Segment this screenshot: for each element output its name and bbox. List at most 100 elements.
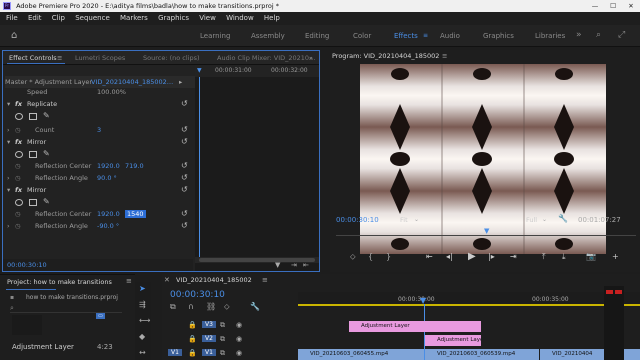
clip-video-v1[interactable]: VID_20210404 xyxy=(540,349,640,360)
reflection-center-x[interactable]: 1920.0 xyxy=(97,208,120,220)
ec-time-ruler[interactable]: ▼ 00:00:31:00 00:00:32:00 xyxy=(195,65,319,77)
rectangle-mask-icon[interactable] xyxy=(29,151,37,158)
clip-adjustment-layer-v2[interactable]: Adjustment Laye xyxy=(425,335,481,346)
workspace-learning[interactable]: Learning xyxy=(200,32,230,40)
play-icon[interactable]: ▶ xyxy=(468,251,476,262)
menu-clip[interactable]: Clip xyxy=(52,14,65,22)
menu-view[interactable]: View xyxy=(199,14,216,22)
workspace-menu-icon[interactable]: ≡ xyxy=(423,32,428,39)
panel-menu-icon[interactable]: ≡ xyxy=(442,52,447,60)
expand-arrow-icon[interactable]: › xyxy=(7,220,10,232)
razor-tool-icon[interactable]: ◆ xyxy=(139,332,145,341)
reset-icon[interactable]: ↺ xyxy=(181,99,190,108)
track-select-tool-icon[interactable]: ⇶ xyxy=(139,300,146,309)
project-title[interactable]: Project: how to make transitions xyxy=(7,278,112,286)
menu-sequence[interactable]: Sequence xyxy=(75,14,110,22)
sync-lock-icon[interactable]: ⧉ xyxy=(220,335,225,344)
workspace-color[interactable]: Color xyxy=(353,32,371,40)
reflection-angle-value[interactable]: 90.0 ° xyxy=(97,172,117,184)
eye-icon[interactable]: ◉ xyxy=(236,335,242,343)
minimize-button[interactable]: — xyxy=(586,0,604,12)
go-to-out-icon[interactable]: ⇥ xyxy=(510,252,517,261)
zoom-dropdown[interactable]: Fit xyxy=(400,216,408,224)
ellipse-mask-icon[interactable] xyxy=(15,151,23,158)
stopwatch-icon[interactable]: ◷ xyxy=(15,208,21,220)
clip-video-v1[interactable]: VID_20210603_060455.mp4 xyxy=(298,349,424,360)
sync-lock-icon[interactable]: ⧉ xyxy=(220,349,225,358)
filter-icon[interactable]: ▼ xyxy=(275,261,280,269)
search-icon[interactable]: ⌕ xyxy=(596,30,601,40)
quality-dropdown[interactable]: Full xyxy=(526,216,537,224)
pen-mask-icon[interactable]: ✎ xyxy=(43,149,50,158)
rectangle-mask-icon[interactable] xyxy=(29,113,37,120)
track-label-v1[interactable]: V1 xyxy=(202,349,216,356)
reset-icon[interactable]: ↺ xyxy=(181,209,190,218)
workspace-audio[interactable]: Audio xyxy=(440,32,460,40)
menu-markers[interactable]: Markers xyxy=(120,14,148,22)
speed-value[interactable]: 100.00% xyxy=(97,86,126,98)
marker-icon[interactable]: ⬦ xyxy=(350,252,356,262)
reset-icon[interactable]: ↺ xyxy=(181,137,190,146)
expand-arrow-icon[interactable]: ▾ xyxy=(7,136,10,148)
fullscreen-icon[interactable]: ⤢ xyxy=(618,30,625,40)
track-label-v3[interactable]: V3 xyxy=(202,321,216,328)
reset-icon[interactable]: ↺ xyxy=(181,185,190,194)
pen-mask-icon[interactable]: ✎ xyxy=(43,111,50,120)
clip-video-v1[interactable]: VID_20210603_060539.mp4 xyxy=(425,349,539,360)
lock-icon[interactable]: 🔒 xyxy=(188,349,197,357)
nest-icon[interactable]: ⧉ xyxy=(170,302,176,312)
mark-out-icon[interactable]: } xyxy=(386,252,391,261)
chevron-down-icon[interactable]: ⌄ xyxy=(542,216,547,223)
add-marker-icon[interactable]: ⬦ xyxy=(224,302,230,312)
ripple-edit-tool-icon[interactable]: ⟷ xyxy=(139,316,150,325)
reset-icon[interactable]: ↺ xyxy=(181,125,190,134)
fx-icon[interactable]: fx xyxy=(15,98,22,110)
ellipse-mask-icon[interactable] xyxy=(15,113,23,120)
menu-edit[interactable]: Edit xyxy=(28,14,42,22)
tab-audio-clip-mixer[interactable]: Audio Clip Mixer: VID_20210… xyxy=(217,54,316,62)
stopwatch-icon[interactable]: ◷ xyxy=(15,172,21,184)
expand-arrow-icon[interactable]: › xyxy=(7,172,10,184)
ec-timecode[interactable]: 00:00:30:10 xyxy=(7,261,47,269)
selection-tool-icon[interactable]: ➤ xyxy=(139,284,146,293)
lock-icon[interactable]: 🔒 xyxy=(188,321,197,329)
more-workspaces-icon[interactable]: » xyxy=(576,30,582,40)
panel-overflow-icon[interactable]: » xyxy=(309,54,313,62)
reflection-angle-value[interactable]: -90.0 ° xyxy=(97,220,119,232)
ec-scroll-thumb[interactable] xyxy=(199,258,315,262)
maximize-button[interactable]: ☐ xyxy=(604,0,622,12)
lock-icon[interactable]: 🔒 xyxy=(188,335,197,343)
project-item-thumbnail[interactable] xyxy=(12,315,42,335)
stopwatch-icon[interactable]: ◷ xyxy=(15,220,21,232)
rectangle-mask-icon[interactable] xyxy=(29,199,37,206)
search-input[interactable]: ⌕ xyxy=(10,304,122,313)
mark-in-icon[interactable]: { xyxy=(368,252,373,261)
panel-menu-icon[interactable]: ≡ xyxy=(262,276,268,284)
workspace-assembly[interactable]: Assembly xyxy=(251,32,285,40)
menu-file[interactable]: File xyxy=(6,14,18,22)
workspace-libraries[interactable]: Libraries xyxy=(535,32,565,40)
workspace-effects[interactable]: Effects xyxy=(394,32,418,40)
workspace-editing[interactable]: Editing xyxy=(305,32,329,40)
export-icon[interactable]: ⇥ xyxy=(291,261,297,269)
reflection-center-x[interactable]: 1920.0 xyxy=(97,160,120,172)
reset-icon[interactable]: ↺ xyxy=(181,173,190,182)
tab-source[interactable]: Source: (no clips) xyxy=(143,54,200,62)
step-back-icon[interactable]: ◂| xyxy=(446,252,453,261)
sequence-tab[interactable]: VID_20210404_185002 xyxy=(176,276,252,284)
work-area-bar[interactable] xyxy=(298,304,640,306)
reflection-center-y-editing[interactable]: 1540 xyxy=(125,210,146,218)
program-scrubber[interactable]: ▼ xyxy=(336,227,636,236)
panel-menu-icon[interactable]: ≡ xyxy=(126,277,132,285)
eye-icon[interactable]: ◉ xyxy=(236,321,242,329)
expand-arrow-icon[interactable]: ▾ xyxy=(7,184,10,196)
stopwatch-icon[interactable]: ◷ xyxy=(15,160,21,172)
workspace-graphics[interactable]: Graphics xyxy=(483,32,514,40)
tab-effect-controls[interactable]: Effect Controls xyxy=(9,54,57,62)
timeline-timecode[interactable]: 00:00:30:10 xyxy=(170,290,225,300)
wrench-icon[interactable]: 🔧 xyxy=(250,302,260,311)
reset-icon[interactable]: ↺ xyxy=(181,161,190,170)
menu-window[interactable]: Window xyxy=(226,14,254,22)
ellipse-mask-icon[interactable] xyxy=(15,199,23,206)
stopwatch-icon[interactable]: ◷ xyxy=(15,124,21,136)
